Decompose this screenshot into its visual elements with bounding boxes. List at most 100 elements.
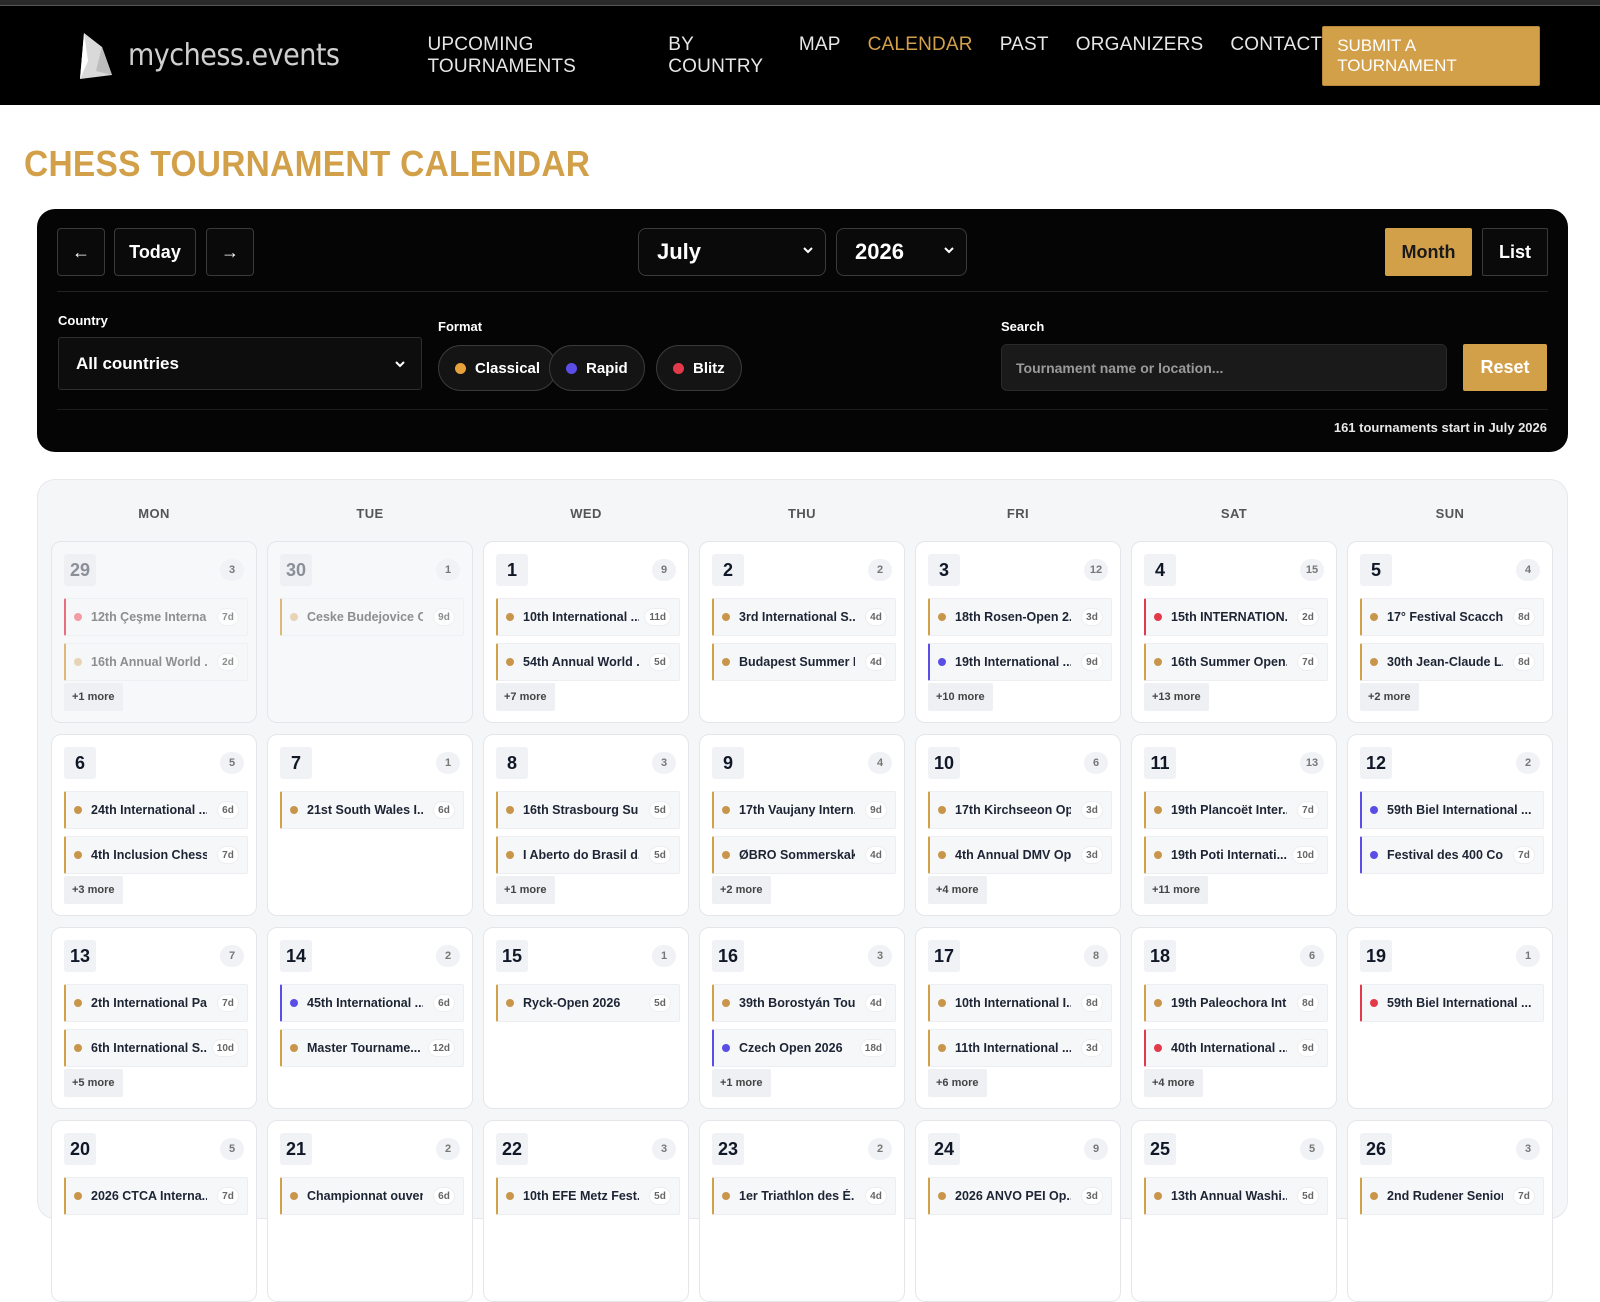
event-item[interactable]: Festival des 400 Co... 7d <box>1360 836 1544 874</box>
more-events-button[interactable]: +4 more <box>928 876 987 904</box>
event-item[interactable]: 16th Strasbourg Su... 5d <box>496 791 680 829</box>
submit-tournament-button[interactable]: SUBMIT A TOURNAMENT <box>1322 25 1540 86</box>
event-item[interactable]: Master Tourname... 12d <box>280 1029 464 1067</box>
calendar-day-cell[interactable]: 9 4 17th Vaujany Intern... 9d ØBRO Sommerska… <box>699 734 905 916</box>
calendar-day-cell[interactable]: 15 1 Ryck-Open 2026 5d <box>483 927 689 1109</box>
calendar-day-cell[interactable]: 22 3 10th EFE Metz Fest... 5d <box>483 1120 689 1302</box>
calendar-day-cell[interactable]: 26 3 2nd Rudener Senior... 7d <box>1347 1120 1553 1302</box>
calendar-day-cell[interactable]: 19 1 59th Biel International ... <box>1347 927 1553 1109</box>
event-item[interactable]: 15th INTERNATION... 2d <box>1144 598 1328 636</box>
month-select[interactable]: July <box>638 228 826 276</box>
event-item[interactable]: 18th Rosen-Open 2... 3d <box>928 598 1112 636</box>
calendar-day-cell[interactable]: 25 5 13th Annual Washi... 5d <box>1131 1120 1337 1302</box>
calendar-day-cell[interactable]: 11 13 19th Plancoët Inter... 7d 19th Poti In… <box>1131 734 1337 916</box>
site-logo[interactable]: mychess.events <box>78 31 340 81</box>
event-item[interactable]: 12th Çeşme Interna... 7d <box>64 598 248 636</box>
event-item[interactable]: 10th International I... 8d <box>928 984 1112 1022</box>
more-events-button[interactable]: +10 more <box>928 683 993 711</box>
nav-calendar[interactable]: CALENDAR <box>868 34 973 78</box>
calendar-day-cell[interactable]: 30 1 Ceske Budejovice C... 9d <box>267 541 473 723</box>
calendar-day-cell[interactable]: 8 3 16th Strasbourg Su... 5d I Aberto do Bra… <box>483 734 689 916</box>
nav-upcoming-tournaments[interactable]: UPCOMING TOURNAMENTS <box>427 34 641 78</box>
list-view-button[interactable]: List <box>1482 228 1548 276</box>
more-events-button[interactable]: +2 more <box>712 876 771 904</box>
event-item[interactable]: Ceske Budejovice C... 9d <box>280 598 464 636</box>
event-item[interactable]: 10th International ... 11d <box>496 598 680 636</box>
nav-organizers[interactable]: ORGANIZERS <box>1076 34 1204 78</box>
nav-by-country[interactable]: BY COUNTRY <box>668 34 772 78</box>
event-item[interactable]: ØBRO Sommerskak... 4d <box>712 836 896 874</box>
calendar-day-cell[interactable]: 1 9 10th International ... 11d 54th Annual W… <box>483 541 689 723</box>
event-item[interactable]: 19th Plancoët Inter... 7d <box>1144 791 1328 829</box>
calendar-day-cell[interactable]: 14 2 45th International ... 6d Master Tourna… <box>267 927 473 1109</box>
event-item[interactable]: 54th Annual World ... 5d <box>496 643 680 681</box>
more-events-button[interactable]: +3 more <box>64 876 123 904</box>
event-item[interactable]: 59th Biel International ... <box>1360 984 1544 1022</box>
more-events-button[interactable]: +6 more <box>928 1069 987 1097</box>
more-events-button[interactable]: +4 more <box>1144 1069 1203 1097</box>
calendar-day-cell[interactable]: 17 8 10th International I... 8d 11th Interna… <box>915 927 1121 1109</box>
calendar-day-cell[interactable]: 6 5 24th International ... 6d 4th Inclusion … <box>51 734 257 916</box>
nav-contact[interactable]: CONTACT <box>1230 34 1322 78</box>
more-events-button[interactable]: +7 more <box>496 683 555 711</box>
calendar-day-cell[interactable]: 18 6 19th Paleochora Int... 8d 40th Internat… <box>1131 927 1337 1109</box>
calendar-day-cell[interactable]: 21 2 Championnat ouver... 6d <box>267 1120 473 1302</box>
event-item[interactable]: 3rd International S... 4d <box>712 598 896 636</box>
calendar-day-cell[interactable]: 16 3 39th Borostyán Tou... 4d Czech Open 202… <box>699 927 905 1109</box>
event-item[interactable]: 40th International ... 9d <box>1144 1029 1328 1067</box>
prev-month-button[interactable]: ← <box>57 228 105 276</box>
event-item[interactable]: Ryck-Open 2026 5d <box>496 984 680 1022</box>
calendar-day-cell[interactable]: 23 2 1er Triathlon des É... 4d <box>699 1120 905 1302</box>
event-item[interactable]: 39th Borostyán Tou... 4d <box>712 984 896 1022</box>
more-events-button[interactable]: +2 more <box>1360 683 1419 711</box>
calendar-day-cell[interactable]: 3 12 18th Rosen-Open 2... 3d 19th Internatio… <box>915 541 1121 723</box>
format-filter-classical[interactable]: Classical <box>438 345 558 391</box>
event-item[interactable]: 11th International ... 3d <box>928 1029 1112 1067</box>
event-item[interactable]: 6th International S... 10d <box>64 1029 248 1067</box>
event-item[interactable]: 17° Festival Scacch... 8d <box>1360 598 1544 636</box>
year-select[interactable]: 2026 <box>836 228 967 276</box>
more-events-button[interactable]: +5 more <box>64 1069 123 1097</box>
event-item[interactable]: 2026 ANVO PEI Op... 3d <box>928 1177 1112 1215</box>
calendar-day-cell[interactable]: 29 3 12th Çeşme Interna... 7d 16th Annual Wo… <box>51 541 257 723</box>
calendar-day-cell[interactable]: 24 9 2026 ANVO PEI Op... 3d <box>915 1120 1121 1302</box>
event-item[interactable]: 17th Kirchseeon Op... 3d <box>928 791 1112 829</box>
more-events-button[interactable]: +1 more <box>64 683 123 711</box>
calendar-day-cell[interactable]: 12 2 59th Biel International ... Festival d… <box>1347 734 1553 916</box>
event-item[interactable]: 21st South Wales I... 6d <box>280 791 464 829</box>
event-item[interactable]: 17th Vaujany Intern... 9d <box>712 791 896 829</box>
event-item[interactable]: 2026 CTCA Interna... 7d <box>64 1177 248 1215</box>
event-item[interactable]: 16th Summer Open... 7d <box>1144 643 1328 681</box>
more-events-button[interactable]: +13 more <box>1144 683 1209 711</box>
event-item[interactable]: 13th Annual Washi... 5d <box>1144 1177 1328 1215</box>
event-item[interactable]: 2th International Pa... 7d <box>64 984 248 1022</box>
country-select[interactable]: All countries <box>58 337 422 390</box>
calendar-day-cell[interactable]: 10 6 17th Kirchseeon Op... 3d 4th Annual DMV… <box>915 734 1121 916</box>
event-item[interactable]: 45th International ... 6d <box>280 984 464 1022</box>
reset-button[interactable]: Reset <box>1463 344 1547 391</box>
calendar-day-cell[interactable]: 5 4 17° Festival Scacch... 8d 30th Jean-Clau… <box>1347 541 1553 723</box>
event-item[interactable]: 19th International ... 9d <box>928 643 1112 681</box>
calendar-day-cell[interactable]: 13 7 2th International Pa... 7d 6th Internat… <box>51 927 257 1109</box>
calendar-day-cell[interactable]: 7 1 21st South Wales I... 6d <box>267 734 473 916</box>
calendar-day-cell[interactable]: 2 2 3rd International S... 4d Budapest Summe… <box>699 541 905 723</box>
calendar-day-cell[interactable]: 4 15 15th INTERNATION... 2d 16th Summer Open… <box>1131 541 1337 723</box>
more-events-button[interactable]: +1 more <box>496 876 555 904</box>
event-item[interactable]: 4th Annual DMV Op... 3d <box>928 836 1112 874</box>
event-item[interactable]: 10th EFE Metz Fest... 5d <box>496 1177 680 1215</box>
event-item[interactable]: 4th Inclusion Chess... 7d <box>64 836 248 874</box>
event-item[interactable]: 19th Paleochora Int... 8d <box>1144 984 1328 1022</box>
event-item[interactable]: 16th Annual World ... 2d <box>64 643 248 681</box>
calendar-day-cell[interactable]: 20 5 2026 CTCA Interna... 7d <box>51 1120 257 1302</box>
event-item[interactable]: 2nd Rudener Senior... 7d <box>1360 1177 1544 1215</box>
today-button[interactable]: Today <box>114 228 196 276</box>
event-item[interactable]: 24th International ... 6d <box>64 791 248 829</box>
next-month-button[interactable]: → <box>206 228 254 276</box>
nav-map[interactable]: MAP <box>799 34 841 78</box>
event-item[interactable]: Czech Open 2026 18d <box>712 1029 896 1067</box>
search-input[interactable] <box>1001 344 1447 391</box>
format-filter-blitz[interactable]: Blitz <box>656 345 742 391</box>
nav-past[interactable]: PAST <box>1000 34 1049 78</box>
event-item[interactable]: Budapest Summer I... 4d <box>712 643 896 681</box>
more-events-button[interactable]: +1 more <box>712 1069 771 1097</box>
